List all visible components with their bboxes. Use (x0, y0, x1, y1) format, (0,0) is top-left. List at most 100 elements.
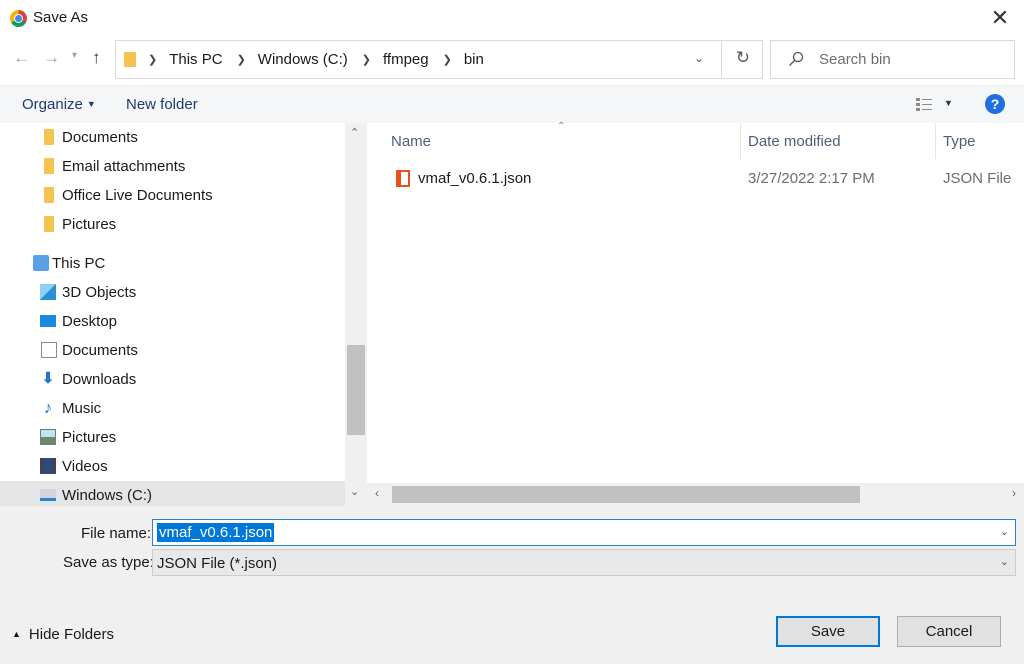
scroll-up-icon[interactable]: ⌃ (350, 126, 359, 139)
file-row[interactable]: vmaf_v0.6.1.json 3/27/2022 2:17 PM JSON … (387, 166, 1024, 192)
file-name-label: File name: (81, 525, 152, 542)
sort-caret-icon: ⌃ (557, 121, 566, 132)
caret-up-icon: ▲ (12, 629, 21, 639)
nav-item-videos[interactable]: Videos (0, 452, 345, 481)
search-icon (789, 51, 804, 66)
help-icon[interactable]: ? (985, 94, 1005, 114)
downloads-icon: ⬇ (41, 370, 55, 387)
new-folder-button[interactable]: New folder (126, 96, 198, 113)
nav-item-windows-c[interactable]: Windows (C:) (0, 481, 345, 506)
scroll-right-icon[interactable]: › (1012, 486, 1016, 500)
nav-item-label: Desktop (62, 313, 118, 330)
hide-folders-button[interactable]: ▲ Hide Folders (12, 626, 114, 643)
chrome-icon (10, 10, 27, 27)
breadcrumb-item[interactable]: bin (464, 51, 484, 68)
forward-arrow-icon[interactable]: → (43, 48, 60, 68)
nav-item-label: Office Live Documents (62, 187, 213, 204)
toolbar: Organize ▼ New folder ▼ ? (0, 85, 1024, 123)
nav-scrollbar[interactable]: ⌃ ⌄ (345, 123, 367, 506)
nav-item-label: Videos (62, 458, 108, 475)
folder-icon (44, 158, 54, 174)
nav-item-music[interactable]: ♪ Music (0, 394, 345, 423)
chevron-right-icon[interactable]: ❯ (148, 53, 157, 66)
chevron-down-icon[interactable]: ⌄ (1000, 555, 1009, 568)
nav-item-pictures-pc[interactable]: Pictures (0, 423, 345, 452)
up-arrow-icon[interactable]: ↑ (92, 48, 101, 68)
nav-item-3d-objects[interactable]: 3D Objects (0, 278, 345, 307)
divider (721, 41, 722, 78)
nav-item-pictures[interactable]: Pictures (0, 210, 345, 239)
organize-label: Organize (22, 96, 83, 113)
breadcrumb-item[interactable]: Windows (C:) (258, 51, 348, 68)
file-name-field[interactable]: vmaf_v0.6.1.json ⌄ (152, 519, 1016, 546)
cancel-button[interactable]: Cancel (897, 616, 1001, 647)
close-icon[interactable]: ✕ (988, 5, 1012, 31)
folder-icon (124, 52, 136, 67)
scrollbar-thumb[interactable] (392, 486, 860, 503)
address-bar[interactable]: ❯ This PC ❯ Windows (C:) ❯ ffmpeg ❯ bin … (115, 40, 763, 79)
chevron-right-icon[interactable]: ❯ (443, 53, 452, 66)
save-button[interactable]: Save (776, 616, 880, 647)
nav-item-this-pc[interactable]: This PC (0, 249, 345, 278)
nav-item-label: Documents (62, 342, 138, 359)
documents-icon (41, 342, 57, 358)
nav-item-email-attachments[interactable]: Email attachments (0, 152, 345, 181)
nav-item-documents[interactable]: Documents (0, 123, 345, 152)
column-divider[interactable] (935, 123, 936, 159)
title-bar: Save As ✕ (0, 0, 1024, 38)
folder-icon (44, 129, 54, 145)
office-file-icon (396, 170, 410, 187)
chevron-right-icon[interactable]: ❯ (237, 53, 246, 66)
back-arrow-icon[interactable]: ← (13, 48, 30, 68)
nav-item-label: This PC (52, 255, 106, 272)
scroll-left-icon[interactable]: ‹ (375, 486, 379, 500)
nav-item-label: Email attachments (62, 158, 186, 175)
scrollbar-thumb[interactable] (347, 345, 365, 435)
column-header-type[interactable]: Type (943, 133, 976, 150)
breadcrumb: ❯ This PC ❯ Windows (C:) ❯ ffmpeg ❯ bin (148, 51, 498, 68)
chevron-right-icon[interactable]: ❯ (362, 53, 371, 66)
nav-item-label: Pictures (62, 429, 117, 446)
view-options-icon[interactable] (914, 95, 934, 113)
music-icon: ♪ (43, 398, 53, 417)
column-header-name[interactable]: Name (391, 133, 431, 150)
folder-icon (44, 216, 54, 232)
save-as-type-label: Save as type: (63, 554, 154, 571)
caret-down-icon[interactable]: ▼ (944, 98, 953, 108)
nav-item-office-live-documents[interactable]: Office Live Documents (0, 181, 345, 210)
save-options-panel: File name: vmaf_v0.6.1.json ⌄ Save as ty… (0, 506, 1024, 664)
nav-item-downloads[interactable]: ⬇ Downloads (0, 365, 345, 394)
chevron-down-icon[interactable]: ⌄ (694, 51, 704, 65)
nav-item-label: Music (62, 400, 102, 417)
nav-item-label: Windows (C:) (62, 487, 153, 504)
file-date: 3/27/2022 2:17 PM (748, 170, 875, 187)
nav-item-documents-pc[interactable]: Documents (0, 336, 345, 365)
organize-button[interactable]: Organize ▼ (22, 96, 96, 113)
pictures-icon (40, 429, 56, 445)
refresh-icon[interactable]: ↻ (736, 48, 750, 68)
recent-locations-chevron-icon[interactable]: ▾ (72, 50, 77, 61)
nav-item-desktop[interactable]: Desktop (0, 307, 345, 336)
window-title: Save As (33, 9, 89, 26)
column-divider[interactable] (740, 123, 741, 159)
search-input[interactable]: Search bin (770, 40, 1015, 79)
column-header-date[interactable]: Date modified (748, 133, 841, 150)
drive-icon (40, 489, 56, 501)
save-as-type-select[interactable]: JSON File (*.json) ⌄ (152, 549, 1016, 576)
chevron-down-icon[interactable]: ⌄ (1000, 525, 1009, 538)
breadcrumb-item[interactable]: This PC (169, 51, 222, 68)
scroll-down-icon[interactable]: ⌄ (350, 485, 359, 498)
file-list-scrollbar[interactable]: ‹ › (367, 483, 1024, 506)
breadcrumb-item[interactable]: ffmpeg (383, 51, 429, 68)
file-name: vmaf_v0.6.1.json (418, 170, 532, 187)
computer-icon (33, 255, 49, 271)
hide-folders-label: Hide Folders (28, 626, 114, 643)
nav-item-label: Downloads (62, 371, 137, 388)
caret-down-icon: ▼ (86, 99, 96, 109)
nav-item-label: 3D Objects (62, 284, 137, 301)
folder-icon (44, 187, 54, 203)
file-list: ⌃ Name Date modified Type vmaf_v0.6.1.js… (367, 121, 1024, 506)
file-name-value[interactable]: vmaf_v0.6.1.json (157, 523, 275, 542)
search-placeholder: Search bin (819, 51, 891, 68)
videos-icon (40, 458, 56, 474)
